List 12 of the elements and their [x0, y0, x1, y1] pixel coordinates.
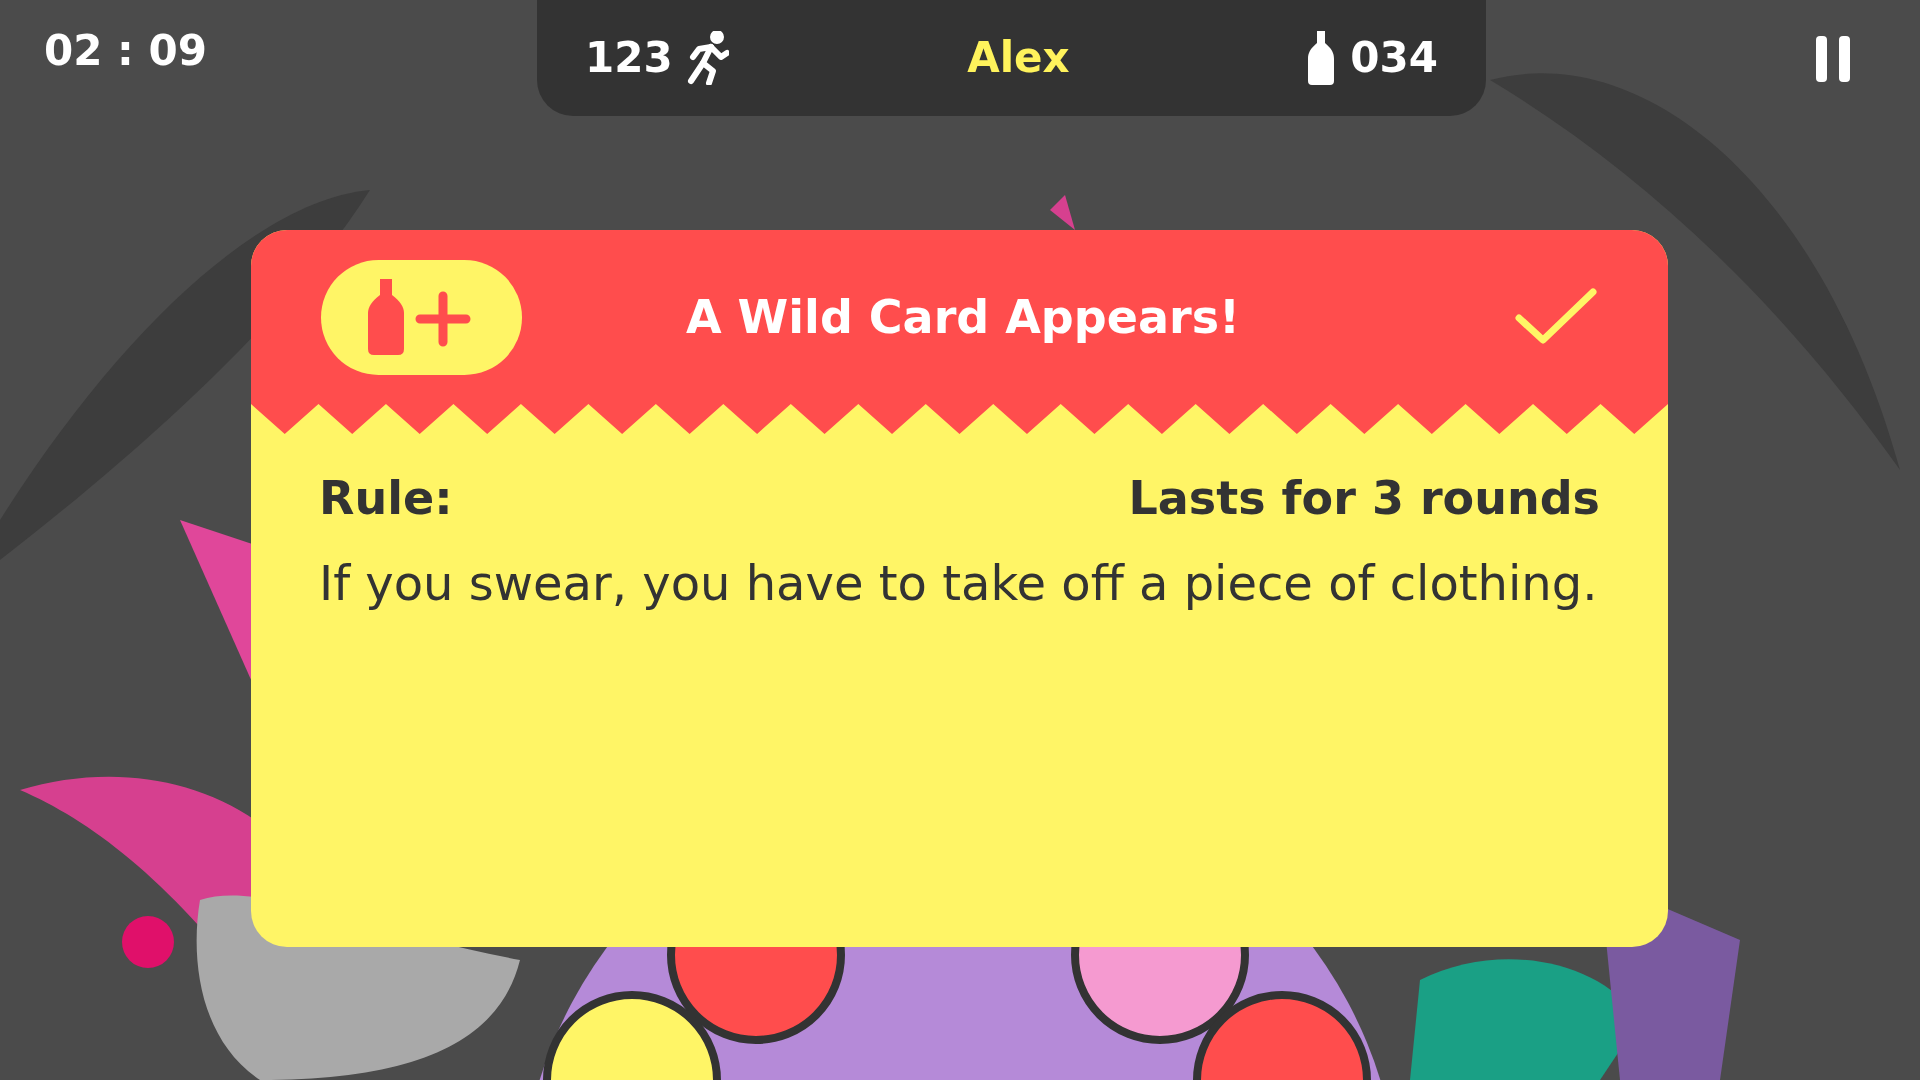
timer: 02 : 09 — [44, 30, 207, 72]
player-name: Alex — [967, 37, 1070, 79]
bottle-icon — [1308, 31, 1335, 85]
score: 123 — [584, 37, 673, 79]
rule-label: Rule: — [319, 470, 453, 527]
drink-count: 034 — [1350, 37, 1438, 79]
rule-text: If you swear, you have to take off a piece of clothing. — [318, 554, 1599, 613]
spike-tip — [1050, 195, 1075, 230]
pause-button[interactable] — [1816, 36, 1850, 82]
rule-duration: Lasts for 3 rounds — [1128, 470, 1600, 527]
card-title: A Wild Card Appears! — [685, 288, 1241, 346]
confirm-check-button[interactable] — [1514, 287, 1598, 347]
